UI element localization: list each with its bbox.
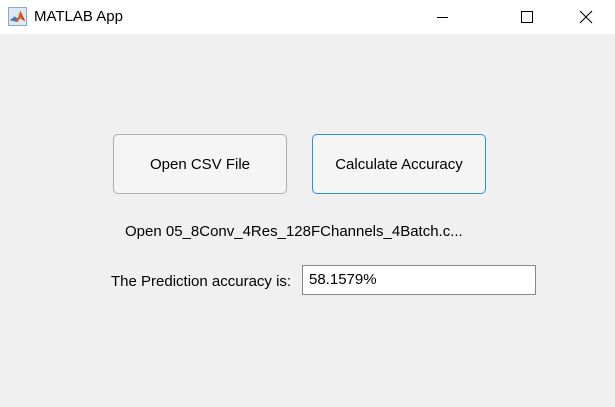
accuracy-label: The Prediction accuracy is:: [111, 273, 292, 290]
maximize-icon: [521, 11, 533, 23]
calculate-accuracy-button[interactable]: Calculate Accuracy: [312, 134, 486, 194]
accuracy-value-field[interactable]: 58.1579%: [302, 265, 536, 295]
matlab-logo-icon: [8, 7, 27, 26]
minimize-icon: [437, 17, 448, 18]
close-button[interactable]: [563, 0, 609, 34]
close-icon: [579, 10, 593, 24]
file-status-label: Open 05_8Conv_4Res_128FChannels_4Batch.c…: [125, 223, 463, 240]
minimize-button[interactable]: [420, 0, 466, 34]
open-csv-file-button[interactable]: Open CSV File: [113, 134, 287, 194]
app-canvas: [0, 34, 615, 407]
maximize-button[interactable]: [504, 0, 550, 34]
title-bar[interactable]: MATLAB App: [0, 0, 615, 34]
window-title: MATLAB App: [34, 8, 123, 25]
